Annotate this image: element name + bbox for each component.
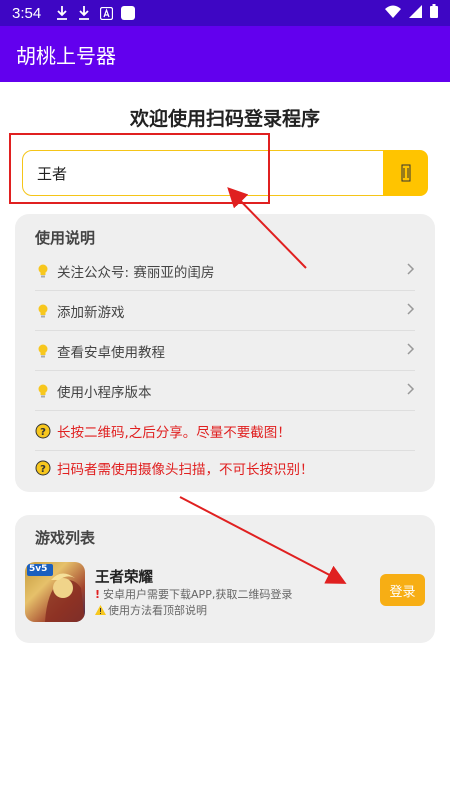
warning-item-long-press: ? 长按二维码,之后分享。尽量不要截图！: [35, 411, 415, 451]
svg-text:?: ?: [40, 464, 46, 475]
instructions-title: 使用说明: [35, 229, 96, 247]
game-list-title: 游戏列表: [35, 529, 96, 547]
instruction-item-label: 关注公众号: 赛丽亚的闺房: [57, 264, 215, 281]
instruction-item-android-tutorial[interactable]: 查看安卓使用教程: [35, 331, 415, 371]
bulb-icon: [35, 344, 51, 358]
exclamation-icon: !: [95, 587, 101, 601]
instruction-item-mini-program[interactable]: 使用小程序版本: [35, 371, 415, 411]
download-icon: [77, 6, 91, 20]
wifi-icon: [385, 5, 401, 22]
instruction-item-label: 添加新游戏: [57, 304, 125, 321]
signal-icon: [409, 4, 422, 22]
warning-triangle-icon: [95, 605, 106, 615]
question-icon: ?: [35, 423, 51, 439]
chevron-right-icon: [407, 262, 415, 279]
download-icon: [55, 6, 69, 20]
chevron-right-icon: [407, 302, 415, 319]
warning-item-label: 长按二维码,之后分享。尽量不要截图！: [57, 424, 291, 441]
game-icon-label: 5v5: [29, 564, 48, 574]
warning-item-label: 扫码者需使用摄像头扫描，不可长按识别！: [57, 462, 314, 478]
bulb-icon: [35, 304, 51, 318]
search-button[interactable]: [383, 150, 428, 196]
chevron-right-icon: [407, 342, 415, 359]
instruction-item-follow-account[interactable]: 关注公众号: 赛丽亚的闺房: [35, 251, 415, 291]
game-list-card: 游戏列表 5v5 王者荣耀 ! 安卓用户需要下载APP,获取二维码登录 使用方法…: [15, 515, 435, 643]
instruction-item-add-game[interactable]: 添加新游戏: [35, 291, 415, 331]
search-icon: [401, 164, 410, 182]
game-icon-honor-of-kings: 5v5: [25, 562, 85, 622]
login-button[interactable]: 登录: [380, 574, 425, 606]
welcome-title: 欢迎使用扫码登录程序: [129, 108, 320, 130]
svg-text:?: ?: [40, 427, 46, 438]
game-note-android: ! 安卓用户需要下载APP,获取二维码登录: [95, 586, 292, 602]
game-name: 王者荣耀: [95, 570, 153, 586]
game-note-text: 使用方法看顶部说明: [108, 604, 207, 617]
app-store-icon: [99, 6, 113, 20]
status-time: 3:54: [12, 4, 42, 22]
notification-square-icon: [121, 6, 136, 20]
chevron-right-icon: [407, 382, 415, 399]
bulb-icon: [35, 384, 51, 398]
question-icon: ?: [35, 460, 51, 476]
battery-icon: [430, 4, 438, 22]
search-bar: [22, 150, 428, 196]
instruction-item-label: 查看安卓使用教程: [57, 344, 165, 361]
game-note-usage: 使用方法看顶部说明: [95, 602, 207, 618]
search-input[interactable]: [22, 150, 384, 196]
bulb-icon: [35, 264, 51, 278]
app-bar: 胡桃上号器: [0, 26, 450, 82]
instructions-card: 使用说明 关注公众号: 赛丽亚的闺房 添加新游戏 查看安卓使用教程 使用小程序版: [15, 214, 435, 492]
game-note-text: 安卓用户需要下载APP,获取二维码登录: [103, 588, 293, 601]
warning-item-camera-scan: ? 扫码者需使用摄像头扫描，不可长按识别！: [35, 448, 415, 488]
instruction-item-label: 使用小程序版本: [57, 384, 152, 401]
app-title: 胡桃上号器: [16, 43, 116, 68]
status-bar: 3:54: [0, 0, 450, 26]
